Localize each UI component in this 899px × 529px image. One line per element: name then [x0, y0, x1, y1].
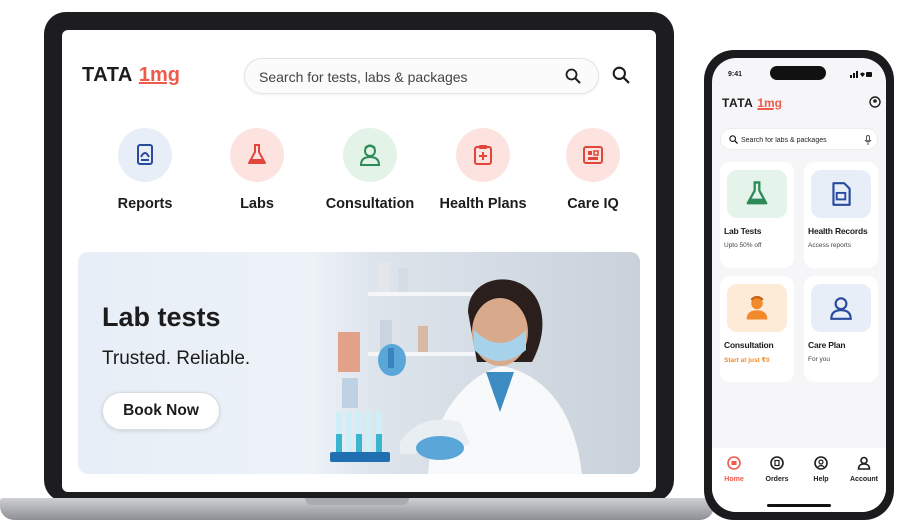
tile-care-plan[interactable]: Care Plan For you	[804, 276, 878, 382]
nav-home[interactable]: Home	[714, 456, 754, 483]
nav-account[interactable]: Account	[844, 456, 884, 483]
nav-label: Account	[850, 476, 878, 483]
brand-logo[interactable]: TATA 1mg	[722, 96, 782, 110]
profile-icon[interactable]	[869, 96, 881, 108]
orders-icon	[770, 456, 784, 470]
home-indicator	[767, 504, 831, 507]
nav-label: Orders	[765, 476, 789, 483]
search-icon[interactable]	[612, 66, 630, 84]
tile-consultation[interactable]: Consultation Start at just ₹0	[720, 276, 794, 382]
product-showcase: TATA 1mg Search for tests, labs & packag…	[0, 0, 899, 529]
search-bar[interactable]	[720, 128, 878, 150]
logo-1mg: 1mg	[757, 96, 783, 110]
nav-orders[interactable]: Orders	[757, 456, 797, 483]
flask-icon	[727, 170, 787, 218]
flask-icon	[230, 128, 284, 182]
account-icon	[857, 456, 871, 470]
mobile-app-screen: 9:41 TATA 1mg Search for labs & packages…	[712, 58, 886, 512]
category-label: Reports	[117, 196, 173, 212]
category-label: Care IQ	[567, 196, 619, 212]
search-icon[interactable]	[565, 68, 581, 84]
search-bar[interactable]	[244, 58, 599, 94]
category-labs[interactable]: Labs	[202, 128, 312, 212]
home-icon	[727, 456, 741, 470]
category-reports[interactable]: Reports	[90, 128, 200, 212]
lab-tests-banner[interactable]: Lab tests Trusted. Reliable. Book Now	[78, 252, 640, 474]
logo-1mg: 1mg	[138, 64, 180, 86]
brand-logo[interactable]: TATA 1mg	[82, 64, 180, 87]
help-icon	[814, 456, 828, 470]
tile-subtitle: For you	[808, 356, 831, 363]
lab-technician-photo	[308, 252, 640, 474]
search-input[interactable]	[259, 67, 549, 87]
category-label: Consultation	[325, 196, 415, 212]
nav-label: Help	[813, 476, 829, 483]
category-label: Labs	[240, 196, 274, 212]
banner-subtitle: Trusted. Reliable.	[102, 348, 251, 369]
category-label: Health Plans	[439, 196, 527, 212]
signal-battery-icon	[850, 71, 872, 78]
tile-subtitle: Upto 50% off	[724, 242, 762, 249]
report-icon	[118, 128, 172, 182]
web-header: TATA 1mg	[62, 30, 656, 110]
doctor-icon	[343, 128, 397, 182]
search-icon[interactable]	[729, 135, 738, 144]
logo-tata: TATA	[82, 64, 133, 86]
tile-lab-tests[interactable]: Lab Tests Upto 50% off	[720, 162, 794, 268]
clipboard-plus-icon	[456, 128, 510, 182]
document-icon	[811, 170, 871, 218]
search-input[interactable]	[741, 134, 856, 146]
tile-title: Consultation	[724, 340, 774, 350]
nav-label: Home	[724, 476, 744, 483]
category-row: Reports Labs Consultation Health Plans C…	[72, 128, 656, 228]
bottom-nav: Home Orders Help Account	[712, 448, 886, 512]
logo-tata: TATA	[722, 96, 754, 110]
nav-help[interactable]: Help	[801, 456, 841, 483]
tile-subtitle: Access reports	[808, 242, 851, 249]
book-now-button[interactable]: Book Now	[102, 392, 220, 430]
person-icon	[811, 284, 871, 332]
dynamic-island	[770, 66, 826, 80]
status-bar: 9:41	[712, 58, 886, 86]
laptop-notch	[305, 498, 409, 505]
mic-icon[interactable]	[864, 135, 872, 145]
tile-subtitle: Start at just ₹0	[724, 357, 770, 364]
web-app-screen: TATA 1mg Search for tests, labs & packag…	[62, 30, 656, 492]
category-health-plans[interactable]: Health Plans	[428, 128, 538, 212]
tile-title: Care Plan	[808, 340, 846, 350]
tile-health-records[interactable]: Health Records Access reports	[804, 162, 878, 268]
status-time: 9:41	[728, 71, 743, 78]
doctor-icon	[727, 284, 787, 332]
category-consultation[interactable]: Consultation	[315, 128, 425, 212]
tile-title: Health Records	[808, 226, 868, 236]
category-care-iq[interactable]: Care IQ	[538, 128, 648, 212]
tile-title: Lab Tests	[724, 226, 762, 236]
care-board-icon	[566, 128, 620, 182]
banner-title: Lab tests	[102, 302, 221, 332]
